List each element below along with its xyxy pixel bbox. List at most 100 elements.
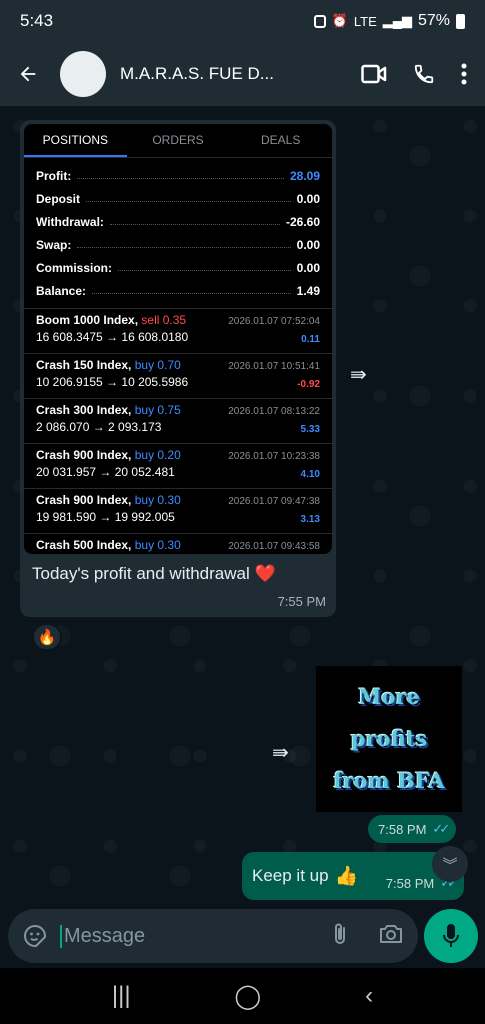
incoming-image-message[interactable]: POSITIONS ORDERS DEALS Profit: 28.09 Depo… <box>20 120 336 617</box>
deal-prices: 10 206.9155 → 10 205.5986 <box>36 375 189 389</box>
composer <box>0 906 485 968</box>
voice-message-button[interactable] <box>424 909 478 963</box>
deal-prices: 16 608.3475 → 16 608.0180 <box>36 330 189 344</box>
alarm-icon: ⏰ <box>331 13 348 28</box>
message-input[interactable] <box>60 924 290 948</box>
deal-datetime: 2026.01.07 09:47:38 <box>228 496 320 507</box>
paperclip-icon <box>335 923 345 944</box>
back-button[interactable] <box>0 42 56 106</box>
deal-row: Crash 500 Index, buy 0.30 2026.01.07 09:… <box>24 533 332 554</box>
heart-emoji: ❤️ <box>254 564 276 583</box>
forward-button[interactable]: ⇛ <box>350 362 367 387</box>
summary-value: 1.49 <box>296 283 320 298</box>
deal-profit: 5.33 <box>300 424 320 435</box>
deal-row: Crash 150 Index, buy 0.70 10 206.9155 → … <box>24 353 332 398</box>
summary-value: 0.00 <box>296 260 320 275</box>
contact-name[interactable]: M.A.R.A.S. FUE D... <box>120 64 320 84</box>
deal-datetime: 2026.01.07 07:52:04 <box>228 316 320 327</box>
deal-datetime: 2026.01.07 10:51:41 <box>228 361 320 372</box>
reaction-badge[interactable]: 🔥 <box>32 623 62 651</box>
outgoing-image[interactable]: More profits from BFA <box>316 666 462 812</box>
deal-symbol: Crash 900 Index, <box>36 448 132 462</box>
promo-line: More <box>358 684 420 709</box>
forward-icon: ⇛ <box>350 364 367 386</box>
deal-datetime: 2026.01.07 10:23:38 <box>228 451 320 462</box>
deal-row: Crash 900 Index, buy 0.20 20 031.957 → 2… <box>24 443 332 488</box>
fire-emoji: 🔥 <box>37 629 57 646</box>
message-time: 7:58 PM <box>378 821 427 837</box>
recent-apps-icon[interactable]: ||| <box>112 982 131 1010</box>
message-time: 7:58 PM <box>385 875 435 891</box>
deal-row: Crash 300 Index, buy 0.75 2 086.070 → 2 … <box>24 398 332 443</box>
camera-button[interactable] <box>378 923 404 950</box>
sticker-icon <box>24 924 46 947</box>
deal-datetime: 2026.01.07 08:13:22 <box>228 406 320 417</box>
deal-direction: sell 0.35 <box>141 313 187 327</box>
deal-profit: 3.13 <box>300 514 320 525</box>
summary-label: Swap: <box>36 237 72 252</box>
deal-row: Crash 900 Index, buy 0.30 19 981.590 → 1… <box>24 488 332 533</box>
tab-positions: POSITIONS <box>24 124 127 157</box>
deal-prices: 20 031.957 → 20 052.481 <box>36 465 175 479</box>
deal-symbol: Crash 300 Index, <box>36 403 132 417</box>
video-camera-icon <box>361 64 387 84</box>
deal-row: Boom 1000 Index, sell 0.35 16 608.3475 →… <box>24 308 332 353</box>
outgoing-text-message[interactable]: Keep it up 👍 7:58 PM ✓✓ <box>242 852 464 900</box>
chevron-double-down-icon: ︾ <box>442 856 458 874</box>
deal-direction: buy 0.70 <box>134 358 181 372</box>
summary-label: Balance: <box>36 283 87 298</box>
thumbs-up-emoji: 👍 <box>334 866 359 887</box>
summary-value: -26.60 <box>285 214 320 229</box>
microphone-icon <box>443 924 459 947</box>
deal-profit: 0.11 <box>301 334 320 345</box>
summary-row: Swap: 0.00 <box>36 233 320 256</box>
tab-deals: DEALS <box>261 133 301 147</box>
image-time-badge: 7:58 PM ✓✓ <box>368 815 457 843</box>
menu-button[interactable] <box>461 63 467 85</box>
deal-symbol: Crash 150 Index, <box>36 358 132 372</box>
attach-button[interactable] <box>332 921 348 952</box>
caption-text: Today's profit and withdrawal <box>32 564 250 583</box>
read-receipt-icon: ✓✓ <box>432 821 450 836</box>
trading-screenshot[interactable]: POSITIONS ORDERS DEALS Profit: 28.09 Depo… <box>24 124 332 554</box>
deal-symbol: Crash 500 Index, <box>36 538 132 552</box>
forward-button[interactable]: ⇛ <box>272 740 289 765</box>
deal-direction: buy 0.30 <box>134 538 181 552</box>
summary-value: 28.09 <box>289 168 320 183</box>
home-icon[interactable]: ◯ <box>234 982 261 1011</box>
back-nav-icon[interactable]: ‹ <box>365 982 373 1010</box>
forward-icon: ⇛ <box>272 742 289 764</box>
contact-avatar[interactable] <box>60 51 106 97</box>
summary-row: Deposit 0.00 <box>36 187 320 210</box>
summary-value: 0.00 <box>296 191 320 206</box>
summary-row: Balance: 1.49 <box>36 279 320 302</box>
arrow-left-icon <box>20 66 36 82</box>
summary-label: Deposit <box>36 191 81 206</box>
tab-orders: ORDERS <box>152 133 204 147</box>
battery-percent: 57% <box>417 12 450 29</box>
message-caption: Today's profit and withdrawal ❤️ <box>24 554 332 584</box>
deal-datetime: 2026.01.07 09:43:58 <box>228 541 320 552</box>
summary-value: 0.00 <box>296 237 320 252</box>
scroll-to-bottom-button[interactable]: ︾ <box>432 846 468 882</box>
message-text: Keep it up <box>252 866 329 885</box>
promo-line: profits <box>350 726 428 751</box>
summary-row: Commission: 0.00 <box>36 256 320 279</box>
promo-line: from BFA <box>333 768 445 793</box>
phone-icon <box>414 64 434 84</box>
battery-icon <box>456 13 465 29</box>
summary-label: Withdrawal: <box>36 214 104 229</box>
summary-row: Profit: 28.09 <box>36 164 320 187</box>
status-bar: 5:43 ⏰ LTE ▂▄▆ 57% <box>0 0 485 42</box>
chat-area[interactable]: POSITIONS ORDERS DEALS Profit: 28.09 Depo… <box>0 106 485 906</box>
video-call-button[interactable] <box>361 63 387 85</box>
account-summary: Profit: 28.09 Deposit 0.00 Withdrawal: -26.… <box>24 158 332 302</box>
deal-symbol: Boom 1000 Index, <box>36 313 139 327</box>
voice-call-button[interactable] <box>413 63 435 85</box>
deal-direction: buy 0.20 <box>134 448 181 462</box>
sticker-button[interactable] <box>22 923 48 949</box>
signal-icon: ▂▄▆ <box>382 13 412 28</box>
chat-header: M.A.R.A.S. FUE D... <box>0 42 485 106</box>
deal-direction: buy 0.75 <box>134 403 181 417</box>
message-field <box>8 909 418 963</box>
